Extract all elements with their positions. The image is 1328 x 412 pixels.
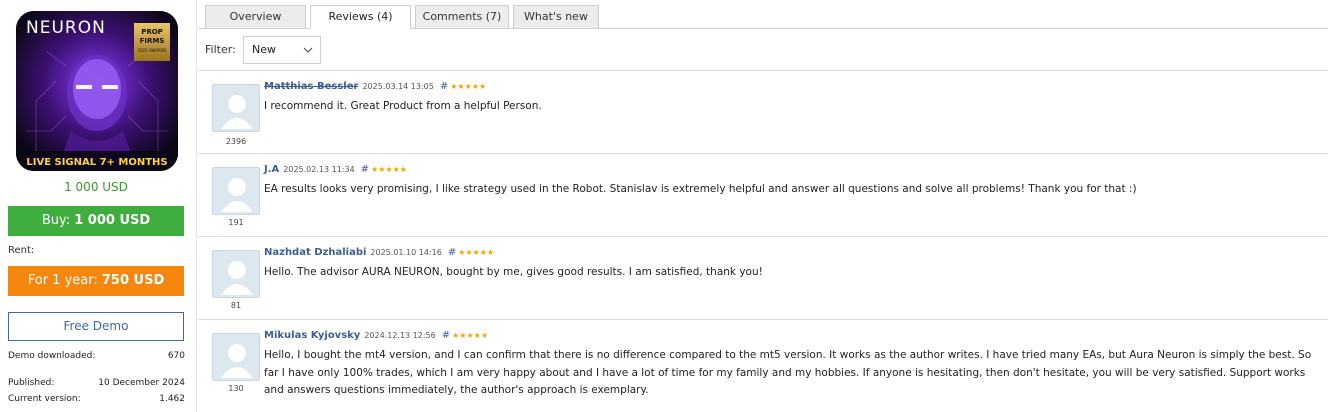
author-rating-count: 2396	[225, 137, 247, 146]
review-permalink[interactable]: #	[448, 247, 456, 258]
product-image[interactable]: PROP FIRMS 2025 AWARDS NEURON LIVE SIGNA…	[16, 11, 178, 171]
tab-comments[interactable]: Comments (7)	[415, 5, 509, 29]
review-date: 2025.02.13 11:34	[283, 165, 355, 174]
version-value: 1.462	[159, 394, 185, 404]
avatar[interactable]	[212, 250, 260, 298]
user-avatar-icon	[213, 334, 259, 380]
badge-line-3: 2025 AWARDS	[138, 48, 167, 53]
buy-button[interactable]: Buy: 1 000 USD	[8, 206, 184, 236]
review-text: EA results looks very promising, I like …	[264, 183, 1137, 195]
review-stars: ★★★★★	[450, 82, 487, 91]
review-stars: ★★★★★	[371, 165, 407, 174]
chevron-down-icon	[303, 47, 313, 53]
review-permalink[interactable]: #	[440, 81, 448, 92]
review-author[interactable]: Mikulas Kyjovsky	[264, 330, 360, 341]
user-avatar-icon	[213, 251, 259, 297]
filter-label: Filter:	[205, 43, 236, 56]
review-header: Nazhdat Dzhaliabi 2025.01.10 14:16 # ★★★★★	[264, 247, 494, 258]
review-date: 2025.01.10 14:16	[370, 248, 442, 257]
demo-downloaded-value: 670	[167, 351, 185, 361]
review-header: Matthias Bessler 2025.03.14 13:05 # ★★★★★	[264, 81, 486, 92]
published-value: 10 December 2024	[98, 378, 185, 388]
rent-period-label: For 1 year:	[27, 273, 102, 288]
buy-amount: 1 000 USD	[74, 213, 151, 228]
review-header: J.A 2025.02.13 11:34 # ★★★★★	[264, 164, 407, 175]
avatar[interactable]	[212, 333, 260, 381]
author-rating-count: 130	[228, 384, 244, 393]
product-sidebar: PROP FIRMS 2025 AWARDS NEURON LIVE SIGNA…	[0, 0, 197, 412]
user-avatar-icon	[213, 85, 259, 131]
review-item: 191 J.A 2025.02.13 11:34 # ★★★★★ EA results…	[198, 154, 1328, 236]
review-text: I recommend it. Great Product from a hel…	[264, 100, 542, 112]
rent-amount: 750 USD	[101, 273, 165, 288]
review-permalink[interactable]: #	[361, 164, 369, 175]
tab-bar: Overview Reviews (4) Comments (7) What's…	[205, 5, 603, 29]
avatar[interactable]	[212, 84, 260, 132]
review-text: Hello. The advisor AURA NEURON, bought b…	[264, 266, 763, 278]
author-rating-count: 81	[230, 301, 242, 310]
review-stars: ★★★★★	[458, 248, 495, 257]
review-item: 81 Nazhdat Dzhaliabi 2025.01.10 14:16 # ★★★…	[198, 237, 1328, 319]
image-title: NEURON	[26, 18, 106, 38]
filter-selected-value: New	[252, 43, 276, 56]
user-avatar-icon	[213, 168, 259, 214]
free-demo-button[interactable]: Free Demo	[8, 312, 184, 341]
demo-downloaded-label: Demo downloaded:	[8, 351, 96, 361]
tab-overview[interactable]: Overview	[205, 5, 306, 29]
tab-reviews[interactable]: Reviews (4)	[310, 5, 411, 29]
review-date: 2025.03.14 13:05	[362, 82, 434, 91]
review-permalink[interactable]: #	[442, 330, 450, 341]
review-item: 2396 Matthias Bessler 2025.03.14 13:05 # ★★…	[198, 71, 1328, 153]
review-stars: ★★★★★	[452, 331, 488, 340]
review-header: Mikulas Kyjovsky 2024.12.13 12:56 # ★★★★★	[264, 330, 488, 341]
filter-select[interactable]: New	[243, 36, 321, 64]
published-row: Published: 10 December 2024	[8, 378, 185, 388]
demo-downloaded-row: Demo downloaded: 670	[8, 351, 185, 361]
version-row: Current version: 1.462	[8, 394, 185, 404]
version-label: Current version:	[8, 394, 81, 404]
buy-label: Buy:	[41, 213, 75, 228]
rent-label: Rent:	[8, 245, 35, 256]
review-author[interactable]: J.A	[264, 164, 279, 175]
badge-line-2: FIRMS	[140, 37, 165, 45]
avatar[interactable]	[212, 167, 260, 215]
author-rating-count: 191	[228, 218, 244, 227]
published-label: Published:	[8, 378, 55, 388]
review-text: Hello, I bought the mt4 version, and I c…	[264, 349, 1312, 396]
badge-line-1: PROP	[141, 28, 163, 36]
product-price: 1 000 USD	[64, 180, 128, 194]
review-date: 2024.12.13 12:56	[364, 331, 436, 340]
product-artwork: PROP FIRMS 2025 AWARDS NEURON LIVE SIGNA…	[16, 11, 178, 171]
review-item: 130 Mikulas Kyjovsky 2024.12.13 12:56 # ★★★…	[198, 320, 1328, 412]
tab-whats-new[interactable]: What's new	[513, 5, 599, 29]
review-author[interactable]: Nazhdat Dzhaliabi	[264, 247, 366, 258]
image-banner: LIVE SIGNAL 7+ MONTHS	[26, 157, 167, 168]
rent-button[interactable]: For 1 year: 750 USD	[8, 266, 184, 296]
review-author[interactable]: Matthias Bessler	[264, 81, 358, 92]
